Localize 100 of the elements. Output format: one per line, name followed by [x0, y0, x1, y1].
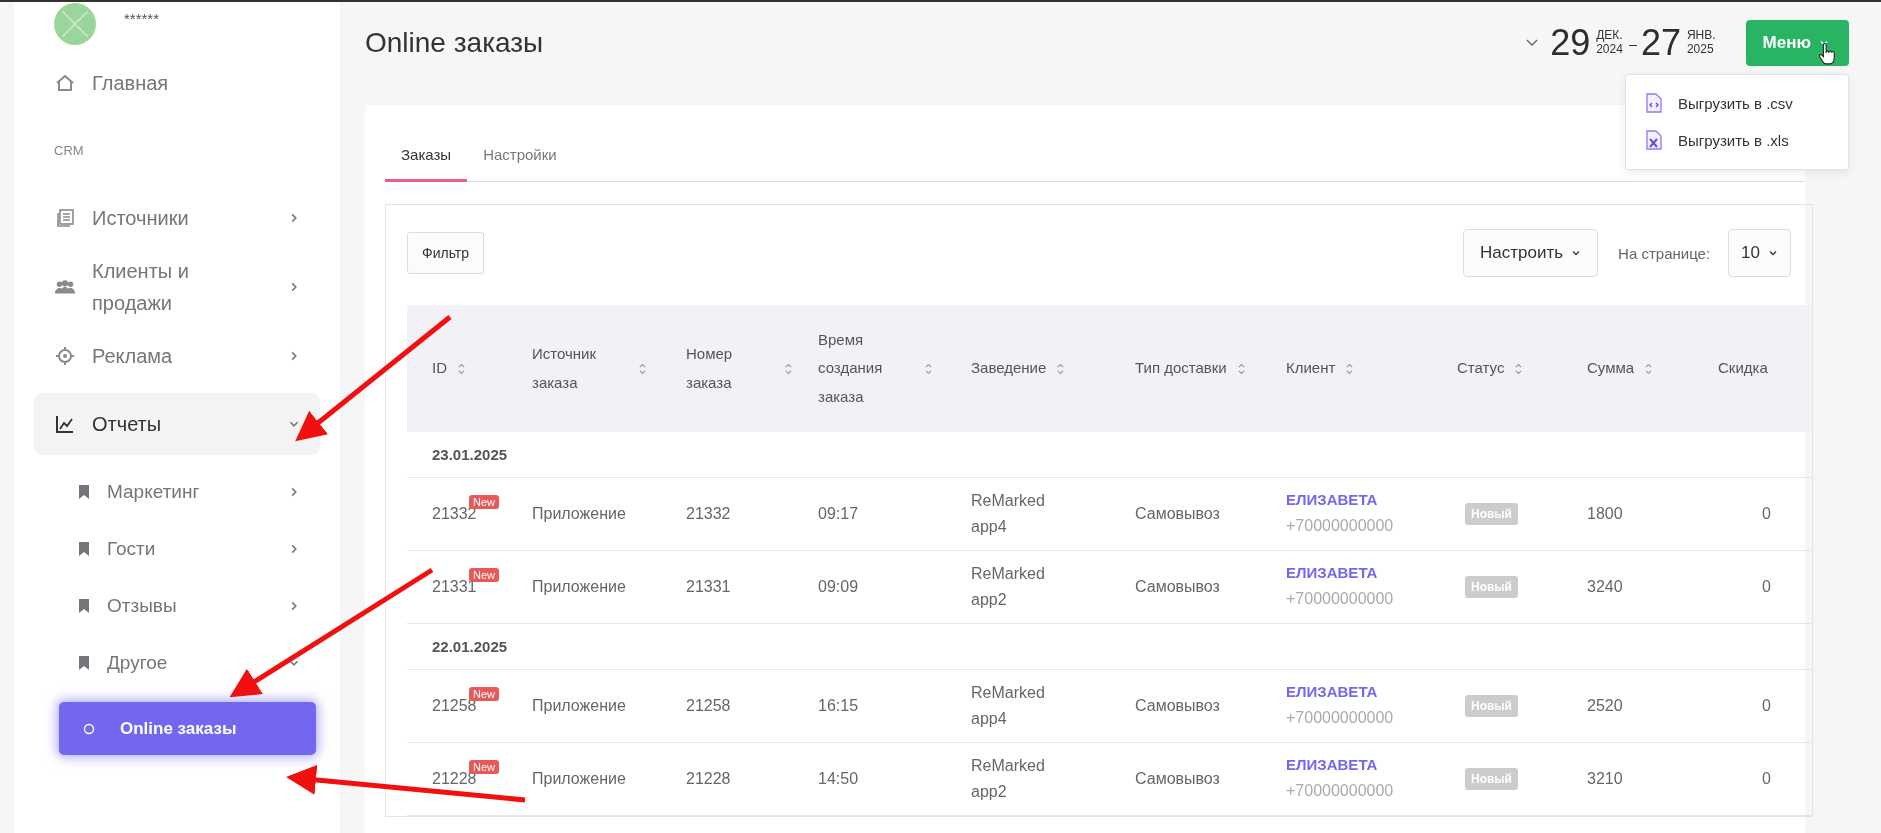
documents-icon: [54, 208, 76, 228]
new-badge: New: [469, 687, 499, 701]
new-badge: New: [469, 495, 499, 509]
avatar-icon[interactable]: [54, 3, 96, 45]
nav-label: Клиенты и продажи: [92, 259, 190, 316]
table-cell: 09:17: [818, 505, 859, 523]
phone-number: +70000000000: [1286, 589, 1394, 610]
phone-number: +70000000000: [1286, 516, 1394, 537]
column-header[interactable]: ID: [432, 354, 447, 383]
end-month: ЯНВ.: [1686, 29, 1716, 43]
sort-icon[interactable]: [1514, 361, 1524, 376]
column-header[interactable]: Тип доставки: [1135, 354, 1227, 383]
sort-icon[interactable]: [1345, 361, 1355, 376]
table-cell-text: ReMarked app4: [971, 683, 1046, 729]
table-cell: Приложение: [532, 770, 626, 788]
column-header[interactable]: Скидка: [1718, 354, 1768, 383]
nav-label: Маркетинг: [107, 480, 201, 503]
bookmark-icon: [78, 540, 90, 557]
table-cell: 09:09: [818, 578, 859, 596]
table-cell: 0: [1762, 770, 1771, 788]
nav-label: Отзывы: [107, 594, 178, 617]
column-header[interactable]: Источник заказа: [532, 340, 628, 397]
nav-subitem[interactable]: Online заказы: [59, 702, 316, 755]
nav-subitem[interactable]: Гости: [34, 520, 320, 577]
column-header[interactable]: Время создания заказа: [818, 325, 914, 412]
client-link[interactable]: ЕЛИЗАВЕТА: [1286, 753, 1378, 779]
tab[interactable]: Заказы: [385, 130, 468, 182]
table-cell: 21258: [686, 697, 731, 715]
sort-icon[interactable]: [924, 361, 933, 376]
tab[interactable]: Настройки: [467, 130, 573, 182]
column-header[interactable]: Сумма: [1587, 354, 1635, 383]
menu-item[interactable]: Выгрузить в .xls: [1626, 121, 1848, 159]
configure-button[interactable]: Настроить: [1463, 229, 1599, 277]
date-group-label: 23.01.2025: [432, 446, 508, 463]
start-day: 29: [1550, 21, 1591, 64]
sort-icon[interactable]: [457, 361, 466, 376]
chevron-down-icon: [1768, 248, 1778, 258]
table-cell: Приложение: [532, 505, 626, 523]
client-link[interactable]: ЕЛИЗАВЕТА: [1286, 680, 1378, 706]
bookmark-icon: [78, 654, 90, 671]
new-badge: New: [469, 760, 499, 774]
per-page-label: На странице:: [1618, 244, 1711, 262]
bookmark-icon: [78, 597, 90, 614]
end-day: 27: [1640, 21, 1681, 64]
table-cell: 14:50: [818, 770, 859, 788]
crosshair-icon: [54, 346, 76, 366]
spreadsheet-file-icon: [1646, 130, 1662, 150]
date-group-label: 22.01.2025: [432, 638, 508, 655]
column-header[interactable]: Клиент: [1286, 354, 1336, 383]
table-cell: 3210: [1587, 770, 1623, 788]
sort-icon[interactable]: [1644, 361, 1654, 376]
table-cell: Самовывоз: [1135, 505, 1220, 523]
sort-icon[interactable]: [784, 361, 793, 376]
table-cell: 21331: [686, 578, 731, 596]
client-link[interactable]: ЕЛИЗАВЕТА: [1286, 488, 1378, 514]
nav-item[interactable]: Клиенты и продажи: [34, 255, 320, 319]
phone-number: +70000000000: [1286, 708, 1394, 729]
sort-icon[interactable]: [1056, 361, 1066, 376]
page-title: Online заказы: [365, 26, 544, 59]
column-header[interactable]: Номер заказа: [686, 340, 774, 397]
nav-item[interactable]: Источники: [34, 187, 320, 249]
nav-label: Гости: [107, 537, 157, 560]
table-cell: Самовывоз: [1135, 770, 1220, 788]
nav-subitem[interactable]: Отзывы: [34, 577, 320, 634]
nav-subitem[interactable]: Маркетинг: [34, 463, 320, 520]
hand-cursor-icon: [1817, 41, 1836, 66]
client-link[interactable]: ЕЛИЗАВЕТА: [1286, 561, 1378, 587]
nav-subitem[interactable]: Другое: [34, 634, 320, 691]
chevron-down-icon: [1571, 248, 1582, 258]
sort-icon[interactable]: [1236, 361, 1246, 376]
per-page-select[interactable]: 10: [1728, 229, 1791, 277]
table-cell: Самовывоз: [1135, 697, 1220, 715]
table-cell: 21332: [686, 505, 731, 523]
nav-label: Отчеты: [92, 412, 163, 437]
table-cell: 0: [1762, 505, 1771, 523]
start-month: ДЕК.: [1596, 29, 1623, 43]
nav-label: Реклама: [92, 344, 174, 369]
nav-item[interactable]: Главная: [34, 52, 320, 114]
chevron-down-icon[interactable]: [1526, 38, 1539, 47]
filter-button[interactable]: Фильтр: [407, 232, 485, 274]
circle-icon: [83, 722, 95, 735]
table-cell: Приложение: [532, 697, 626, 715]
new-badge: New: [469, 568, 499, 582]
range-dash: [1628, 44, 1637, 47]
table-cell: 3240: [1587, 578, 1623, 596]
nav-label: Другое: [107, 651, 169, 674]
sort-icon[interactable]: [638, 361, 647, 376]
home-icon: [54, 73, 76, 93]
nav-label: Источники: [92, 206, 190, 231]
table-cell: 0: [1762, 697, 1771, 715]
column-header[interactable]: Статус: [1457, 354, 1505, 383]
code-file-icon: [1646, 93, 1662, 113]
menu-item[interactable]: Выгрузить в .csv: [1626, 84, 1848, 122]
start-year: 2024: [1596, 42, 1623, 56]
table-cell: 21228: [686, 770, 731, 788]
nav-item[interactable]: Отчеты: [34, 393, 320, 455]
table-cell: Самовывоз: [1135, 578, 1220, 596]
column-header[interactable]: Заведение: [971, 354, 1047, 383]
table-cell-text: ReMarked app2: [971, 756, 1046, 802]
nav-item[interactable]: Реклама: [34, 325, 320, 387]
